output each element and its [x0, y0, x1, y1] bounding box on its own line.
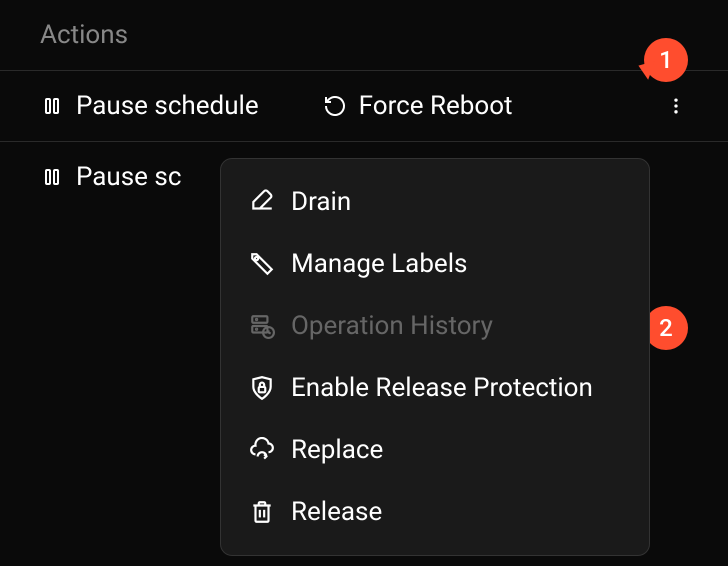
dropdown-item-manage-labels[interactable]: Manage Labels: [221, 233, 649, 295]
dropdown-item-enable-release-protection[interactable]: Enable Release Protection: [221, 357, 649, 419]
trash-icon: [249, 499, 275, 525]
badge-number: 2: [659, 314, 673, 342]
dropdown-item-replace[interactable]: Replace: [221, 419, 649, 481]
eraser-icon: [249, 189, 275, 215]
dropdown-label: Operation History: [291, 311, 493, 341]
actions-header: Actions: [0, 0, 728, 70]
dropdown-item-release[interactable]: Release: [221, 481, 649, 543]
callout-badge-1: 1: [644, 38, 688, 82]
callout-badge-2: 2: [644, 306, 688, 350]
pause-label: Pause schedule: [76, 91, 259, 121]
reboot-label: Force Reboot: [359, 91, 513, 121]
pause-label: Pause sc: [76, 162, 181, 192]
pause-icon: [40, 165, 64, 189]
pause-icon: [40, 94, 64, 118]
dropdown-label: Enable Release Protection: [291, 373, 593, 403]
pause-schedule-button[interactable]: Pause sc: [40, 162, 181, 192]
dropdown-label: Manage Labels: [291, 249, 467, 279]
dropdown-label: Release: [291, 497, 382, 527]
header-title: Actions: [40, 20, 128, 50]
refresh-icon: [323, 94, 347, 118]
pause-schedule-button[interactable]: Pause schedule: [40, 91, 259, 121]
more-actions-button[interactable]: [664, 94, 688, 118]
dropdown-item-drain[interactable]: Drain: [221, 171, 649, 233]
force-reboot-button[interactable]: Force Reboot: [323, 91, 513, 121]
action-row: Pause schedule Force Reboot: [0, 70, 728, 141]
actions-dropdown: Drain Manage Labels Operation History En…: [220, 158, 650, 556]
dropdown-label: Replace: [291, 435, 383, 465]
shield-lock-icon: [249, 375, 275, 401]
server-history-icon: [249, 313, 275, 339]
dropdown-label: Drain: [291, 187, 351, 217]
tag-icon: [249, 251, 275, 277]
cloud-sync-icon: [249, 437, 275, 463]
dropdown-item-operation-history: Operation History: [221, 295, 649, 357]
badge-number: 1: [659, 46, 673, 74]
kebab-icon: [666, 96, 686, 116]
